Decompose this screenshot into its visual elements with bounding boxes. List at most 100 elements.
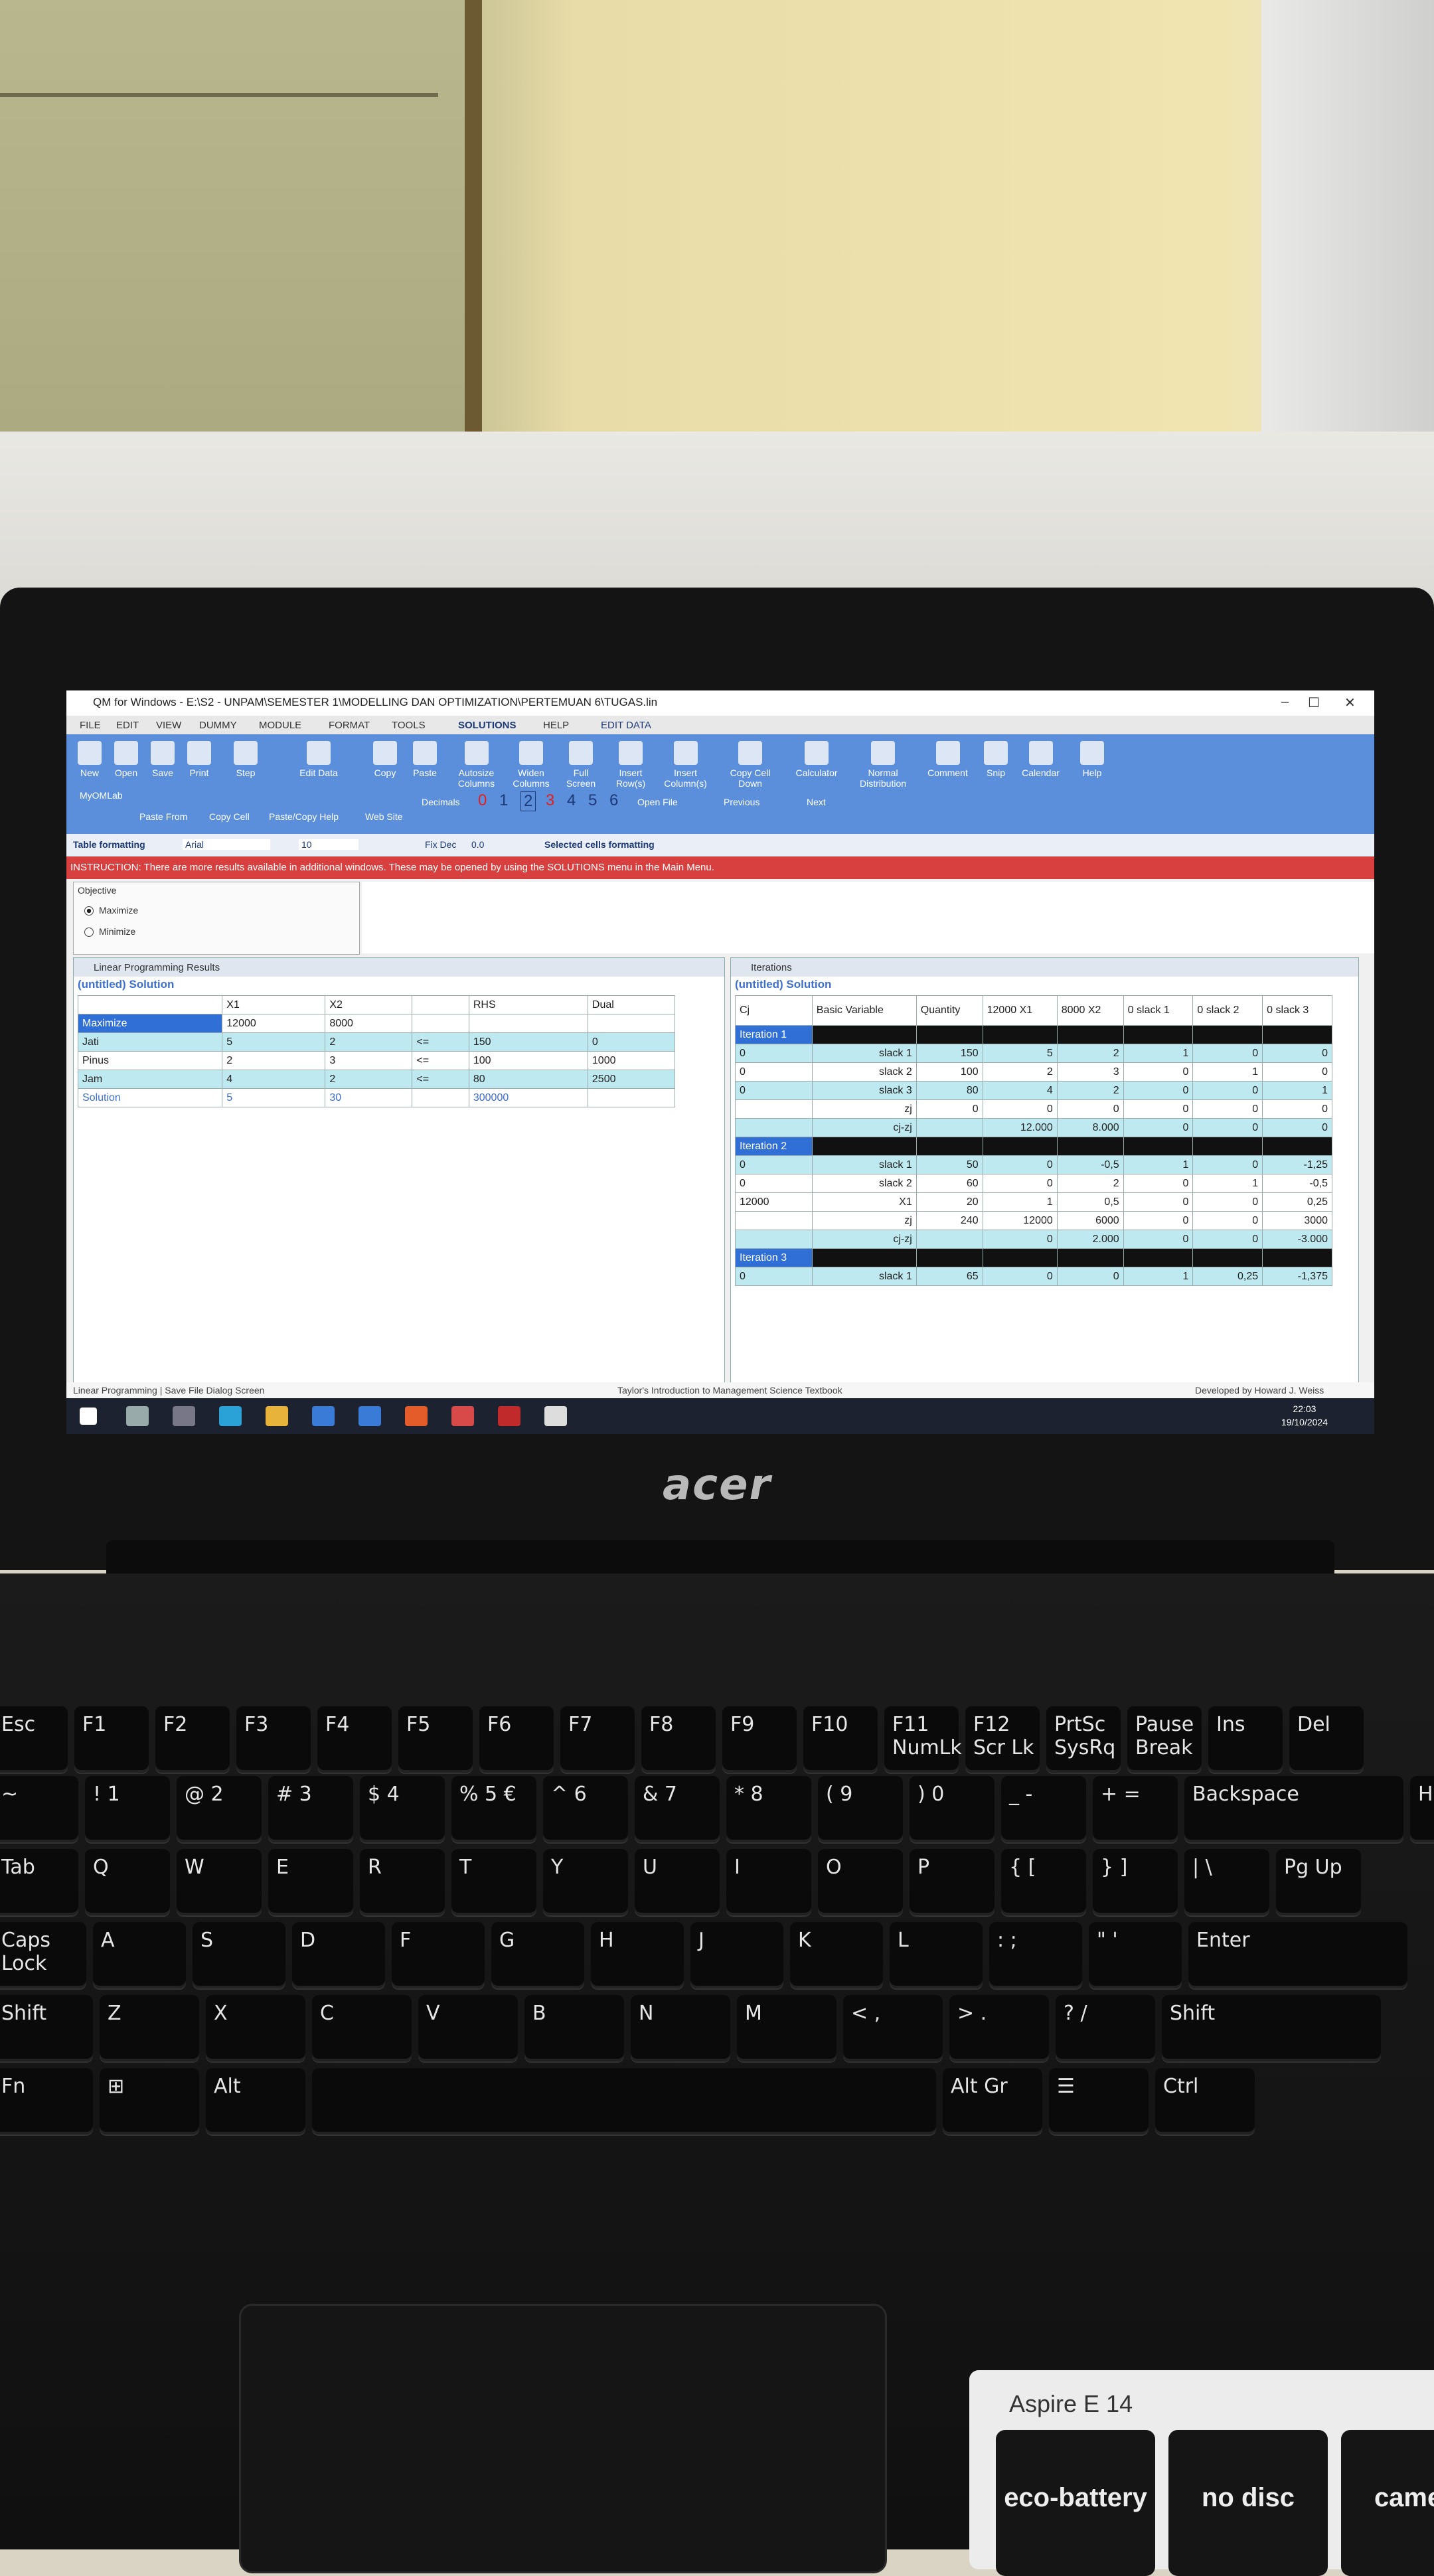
- key-t[interactable]: T: [451, 1849, 536, 1915]
- key--6[interactable]: ^ 6: [543, 1776, 628, 1842]
- table-cell[interactable]: 0: [735, 1062, 813, 1082]
- table-cell[interactable]: 5: [222, 1088, 326, 1107]
- insert-rows-button[interactable]: Insert Row(s): [607, 741, 654, 789]
- table-cell[interactable]: 0: [1123, 1118, 1194, 1137]
- key-k[interactable]: K: [790, 1922, 883, 1988]
- table-cell[interactable]: 80: [916, 1081, 983, 1100]
- table-cell[interactable]: 0: [587, 1032, 676, 1052]
- decimals-3-button[interactable]: 3: [546, 791, 554, 810]
- key-home[interactable]: Home: [1410, 1776, 1434, 1842]
- table-cell[interactable]: 0: [1192, 1099, 1263, 1119]
- table-cell[interactable]: [811, 1025, 917, 1044]
- table-cell[interactable]: <=: [412, 1032, 469, 1052]
- table-cell[interactable]: 1: [1123, 1044, 1194, 1063]
- table-cell[interactable]: 0: [1123, 1192, 1194, 1212]
- calculator-button[interactable]: Calculator: [787, 741, 846, 778]
- normal-distribution-button[interactable]: Normal Distribution: [850, 741, 916, 789]
- close-button[interactable]: ✕: [1344, 694, 1356, 711]
- key--[interactable]: : ;: [989, 1922, 1082, 1988]
- table-cell[interactable]: 0: [1056, 1099, 1124, 1119]
- table-cell[interactable]: Maximize: [77, 1014, 223, 1033]
- table-cell[interactable]: 0: [982, 1230, 1058, 1249]
- comment-button[interactable]: Comment: [919, 741, 976, 778]
- table-cell[interactable]: 5: [222, 1032, 326, 1052]
- table-cell[interactable]: Solution: [77, 1088, 223, 1107]
- key--[interactable]: ☰: [1049, 2068, 1149, 2134]
- table-cell[interactable]: 2: [1056, 1081, 1124, 1100]
- table-cell[interactable]: 1: [1123, 1155, 1194, 1174]
- menu-file[interactable]: FILE: [80, 720, 101, 731]
- table-cell[interactable]: [1056, 1137, 1124, 1156]
- table-cell[interactable]: 0: [1262, 1099, 1332, 1119]
- app-icon[interactable]: [451, 1406, 474, 1426]
- table-cell[interactable]: [811, 1248, 917, 1267]
- taskbar-clock[interactable]: 22:03 19/10/2024: [1281, 1402, 1328, 1429]
- table-cell[interactable]: 5: [982, 1044, 1058, 1063]
- key-f4[interactable]: F4: [317, 1706, 392, 1773]
- menu-view[interactable]: VIEW: [156, 720, 181, 731]
- key-f6[interactable]: F6: [479, 1706, 554, 1773]
- table-cell[interactable]: <=: [412, 1051, 469, 1070]
- key-f11-numlk[interactable]: F11 NumLk: [884, 1706, 962, 1773]
- table-cell[interactable]: [1192, 1025, 1263, 1044]
- key--[interactable]: ~: [0, 1776, 78, 1842]
- table-cell[interactable]: 0: [1192, 1081, 1263, 1100]
- table-cell[interactable]: 50: [916, 1155, 983, 1174]
- key-h[interactable]: H: [591, 1922, 684, 1988]
- table-cell[interactable]: 0: [1192, 1192, 1263, 1212]
- key-a[interactable]: A: [93, 1922, 186, 1988]
- key-backspace[interactable]: Backspace: [1184, 1776, 1403, 1842]
- table-cell[interactable]: 150: [468, 1032, 588, 1052]
- table-cell[interactable]: 0: [1123, 1211, 1194, 1230]
- menu-tools[interactable]: TOOLS: [392, 720, 426, 731]
- table-cell[interactable]: [735, 1099, 813, 1119]
- task-view-icon[interactable]: [173, 1406, 195, 1426]
- file-explorer-icon[interactable]: [266, 1406, 288, 1426]
- table-cell[interactable]: 100: [916, 1062, 983, 1082]
- maximize-button[interactable]: ☐: [1308, 694, 1320, 711]
- table-cell[interactable]: 60: [916, 1174, 983, 1193]
- table-cell[interactable]: Jati: [77, 1032, 223, 1052]
- table-cell[interactable]: 0: [735, 1267, 813, 1286]
- table-cell[interactable]: [982, 1248, 1058, 1267]
- paste-button[interactable]: Paste: [402, 741, 448, 778]
- table-cell[interactable]: 100: [468, 1051, 588, 1070]
- menu-edit-data[interactable]: EDIT DATA: [601, 720, 651, 731]
- key-pg-up[interactable]: Pg Up: [1276, 1849, 1361, 1915]
- key-prtsc-sysrq[interactable]: PrtSc SysRq: [1046, 1706, 1121, 1773]
- table-cell[interactable]: 0: [735, 1155, 813, 1174]
- key-f12-scr-lk[interactable]: F12 Scr Lk: [965, 1706, 1040, 1773]
- store-icon[interactable]: [312, 1406, 335, 1426]
- table-cell[interactable]: 0: [1123, 1174, 1194, 1193]
- key-r[interactable]: R: [360, 1849, 445, 1915]
- table-cell[interactable]: 1: [1192, 1062, 1263, 1082]
- key--[interactable]: < ,: [843, 1995, 943, 2061]
- table-cell[interactable]: [916, 1137, 983, 1156]
- key-j[interactable]: J: [690, 1922, 783, 1988]
- key--[interactable]: { [: [1001, 1849, 1086, 1915]
- key--[interactable]: ⊞: [100, 2068, 199, 2134]
- table-cell[interactable]: [412, 1088, 469, 1107]
- help-button[interactable]: Help: [1069, 741, 1115, 778]
- table-cell[interactable]: 0: [1123, 1081, 1194, 1100]
- key-b[interactable]: B: [524, 1995, 624, 2061]
- key-tab[interactable]: Tab: [0, 1849, 78, 1915]
- table-cell[interactable]: [916, 1230, 983, 1249]
- table-cell[interactable]: [412, 1014, 469, 1033]
- table-cell[interactable]: 0: [1056, 1267, 1124, 1286]
- table-cell[interactable]: 0: [916, 1099, 983, 1119]
- next-button[interactable]: Next: [807, 797, 826, 807]
- table-cell[interactable]: 8.000: [1056, 1118, 1124, 1137]
- key-f5[interactable]: F5: [398, 1706, 473, 1773]
- table-cell[interactable]: 20: [916, 1192, 983, 1212]
- table-cell[interactable]: 2: [325, 1032, 413, 1052]
- step-button[interactable]: Step: [222, 741, 269, 778]
- decimals-5-button[interactable]: 5: [588, 791, 597, 810]
- table-cell[interactable]: 0: [1192, 1118, 1263, 1137]
- key-shift[interactable]: Shift: [0, 1995, 93, 2061]
- table-cell[interactable]: slack 1: [811, 1267, 917, 1286]
- key-alt-gr[interactable]: Alt Gr: [943, 2068, 1042, 2134]
- key-esc[interactable]: Esc: [0, 1706, 68, 1773]
- calendar-button[interactable]: Calendar: [1012, 741, 1069, 778]
- key-space[interactable]: [312, 2068, 936, 2134]
